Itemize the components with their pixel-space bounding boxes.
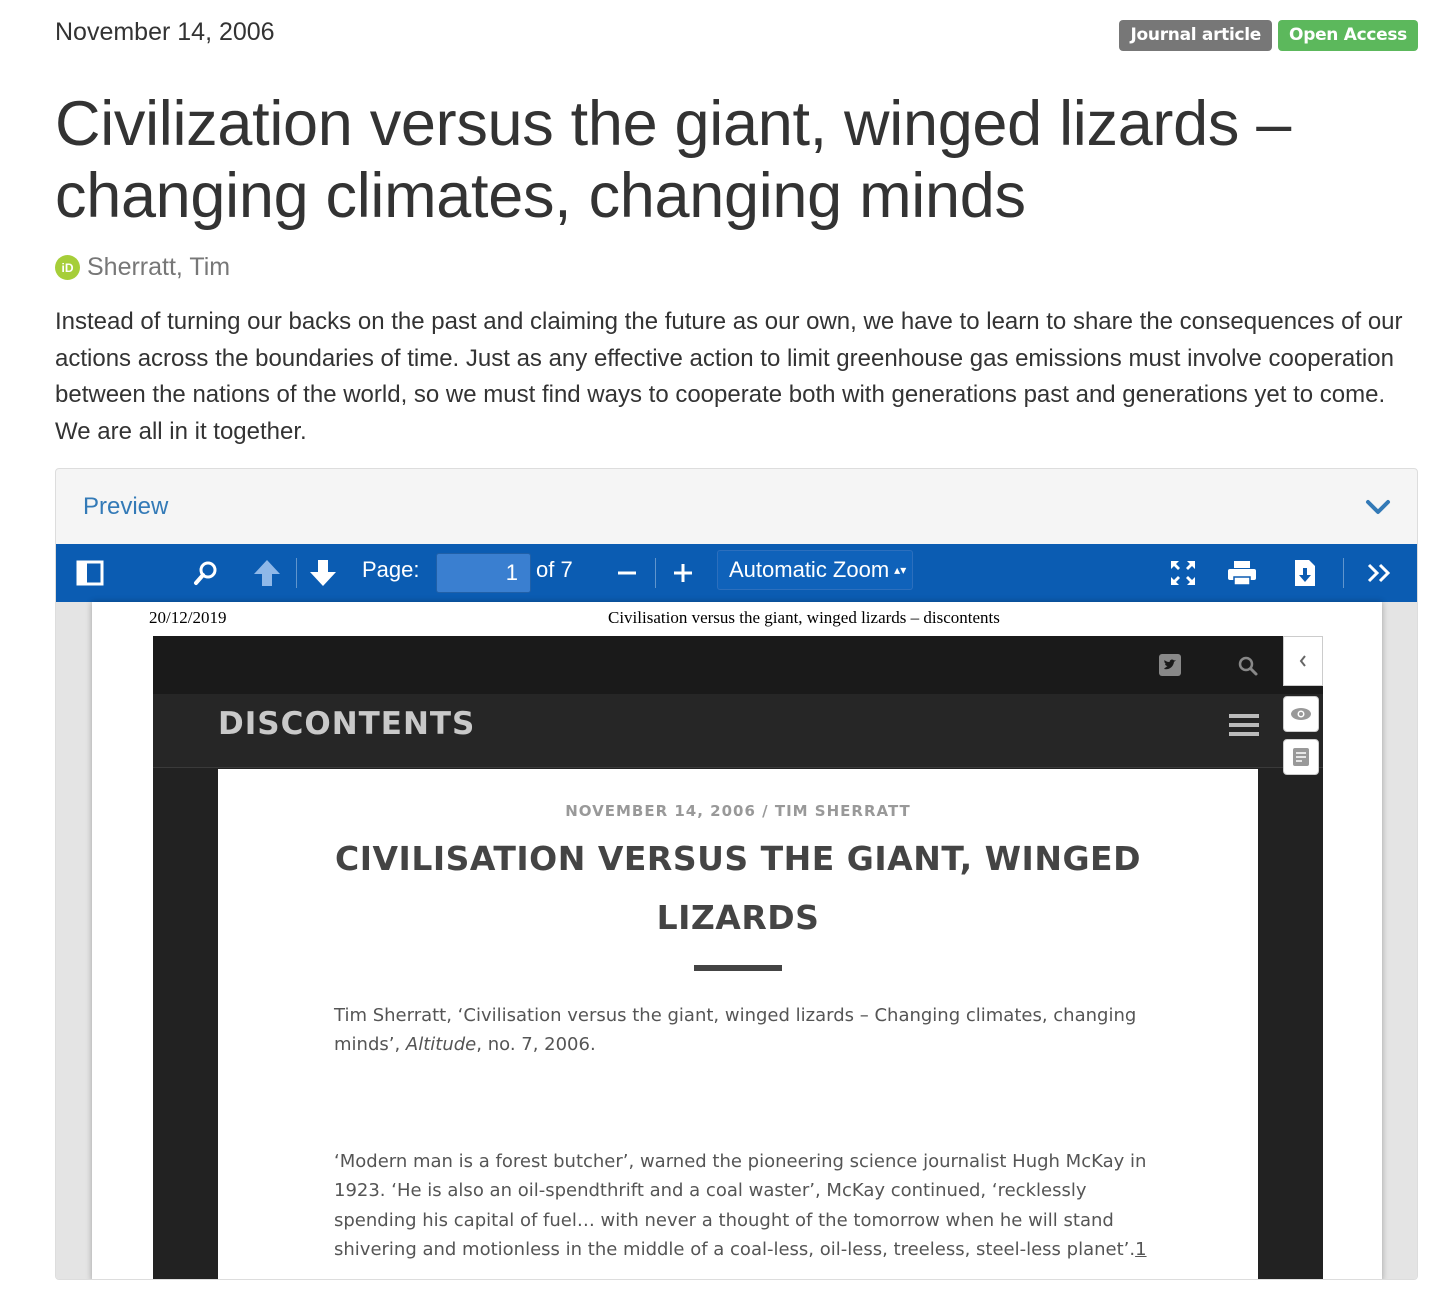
- chevron-left-icon: [1299, 655, 1306, 667]
- pdf-viewer[interactable]: 20/12/2019 Civilisation versus the giant…: [56, 602, 1417, 1279]
- article-content: NOVEMBER 14, 2006 / TIM SHERRATT CIVILIS…: [218, 769, 1258, 1279]
- abstract: Instead of turning our backs on the past…: [55, 308, 1403, 445]
- side-notes-button: [1283, 739, 1319, 775]
- citation-journal: Altitude: [405, 1034, 477, 1055]
- sidebar-toggle-icon[interactable]: [73, 556, 107, 590]
- next-page-icon[interactable]: [306, 556, 340, 590]
- zoom-in-icon[interactable]: [666, 556, 700, 590]
- publication-date: November 14, 2006: [55, 18, 275, 46]
- note-icon: [1293, 748, 1309, 766]
- toolbar-separator: [1343, 558, 1344, 588]
- article-citation: Tim Sherratt, ‘Civilisation versus the g…: [334, 1005, 1137, 1055]
- orcid-icon[interactable]: iD: [55, 255, 80, 280]
- chevron-down-icon[interactable]: [1365, 499, 1391, 515]
- previous-page-icon[interactable]: [250, 556, 284, 590]
- page-title: Civilization versus the giant, winged li…: [55, 89, 1291, 231]
- badges: Journal article Open Access: [1119, 20, 1418, 51]
- zoom-out-icon[interactable]: [610, 556, 644, 590]
- toolbar-separator: [655, 558, 656, 588]
- author-name[interactable]: Sherratt, Tim: [87, 253, 230, 282]
- preview-title[interactable]: Preview: [83, 493, 168, 521]
- toolbar-separator: [296, 558, 297, 588]
- page-number-input[interactable]: [436, 553, 531, 593]
- pdf-header-date: 20/12/2019: [149, 608, 227, 627]
- author[interactable]: iD Sherratt, Tim: [55, 253, 230, 282]
- preview-panel-header[interactable]: Preview: [56, 469, 1417, 544]
- eye-icon: [1291, 708, 1311, 720]
- preview-panel: Preview Page: of 7 Automatic Zoom: [55, 468, 1418, 1280]
- tools-icon[interactable]: [1363, 556, 1397, 590]
- title-divider: [694, 965, 782, 971]
- hamburger-menu-icon: [1229, 714, 1259, 736]
- page-label: Page:: [362, 557, 420, 582]
- site-topbar: [153, 636, 1323, 694]
- side-panel-tab: [1283, 636, 1323, 686]
- presentation-mode-icon[interactable]: [1166, 556, 1200, 590]
- download-icon[interactable]: [1288, 556, 1322, 590]
- pdf-header-title: Civilisation versus the giant, winged li…: [608, 608, 1000, 627]
- page-count: of 7: [536, 557, 573, 582]
- search-icon: [1238, 656, 1258, 676]
- badge-open-access: Open Access: [1278, 20, 1418, 51]
- site-navbar: DISCONTENTS: [153, 694, 1323, 768]
- article-meta: NOVEMBER 14, 2006 / TIM SHERRATT: [565, 802, 911, 820]
- zoom-select-value: Automatic Zoom: [729, 557, 890, 582]
- footnote-link: 1: [1135, 1238, 1147, 1260]
- badge-journal-article: Journal article: [1119, 20, 1273, 51]
- select-arrows-icon: ▴▾: [894, 563, 907, 577]
- site-logo: DISCONTENTS: [218, 706, 476, 742]
- pdf-page: 20/12/2019 Civilisation versus the giant…: [92, 602, 1382, 1279]
- print-icon[interactable]: [1225, 556, 1259, 590]
- pdf-toolbar: Page: of 7 Automatic Zoom ▴▾: [56, 544, 1417, 602]
- pdf-page-screenshot: DISCONTENTS NOVEMBER 14, 2006 / TIM SHER…: [153, 636, 1323, 1279]
- zoom-select[interactable]: Automatic Zoom ▴▾: [717, 550, 913, 590]
- twitter-icon: [1159, 654, 1181, 676]
- search-icon[interactable]: [189, 556, 223, 590]
- article-title: CIVILISATION VERSUS THE GIANT, WINGED LI…: [335, 839, 1141, 937]
- article-body: ‘Modern man is a forest butcher’, warned…: [334, 1151, 1147, 1260]
- side-view-button: [1283, 696, 1319, 732]
